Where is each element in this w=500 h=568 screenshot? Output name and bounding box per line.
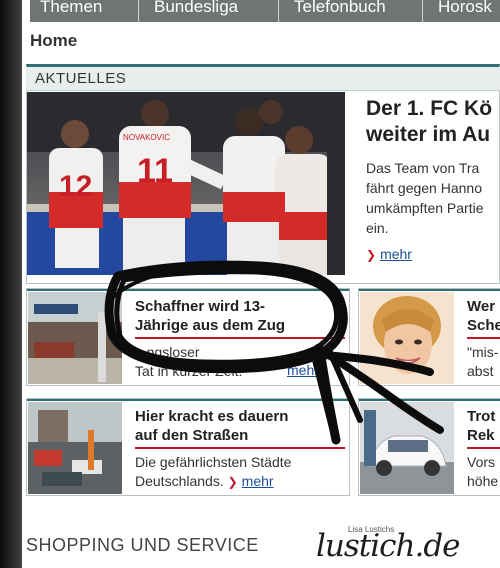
breadcrumb-home[interactable]: Home — [30, 31, 77, 51]
card-title-line: Wer — [467, 298, 496, 315]
more-link-label[interactable]: mehr — [242, 473, 274, 489]
card-text: Vors höhe — [467, 453, 498, 491]
aktuelles-header: AKTUELLES — [26, 67, 500, 91]
player-name: NOVAKOVIC — [123, 133, 170, 142]
watermark-logo: lustich.de — [316, 528, 461, 564]
lead-headline-line: Der 1. FC Kö — [366, 97, 493, 120]
news-card-portrait[interactable]: Wer Sche "mis- abst — [358, 288, 500, 386]
card-title-line: Hier kracht es dauern — [135, 408, 289, 425]
jersey-number: 12 — [59, 170, 92, 203]
card-text: "mis- abst — [467, 343, 498, 381]
card-divider — [467, 337, 500, 339]
card-text-line-with-link: Deutschlands. ❯ mehr — [135, 472, 291, 492]
news-card-car[interactable]: Trot Rek Vors höhe — [358, 398, 500, 496]
woman-portrait-image — [360, 292, 454, 384]
football-players-image: 12 NOVAKOVIC 11 — [27, 92, 345, 275]
card-text: ...ngsloser Tat in kurzer Zeit. — [135, 343, 242, 381]
lead-photo[interactable]: 12 NOVAKOVIC 11 — [27, 92, 345, 275]
card-top-rule — [359, 399, 500, 401]
card-title[interactable]: Hier kracht es dauern auf den Straßen — [135, 407, 288, 445]
news-card-schaffner[interactable]: Schaffner wird 13- Jährige aus dem Zug .… — [26, 288, 350, 386]
woman-portrait-photo[interactable] — [360, 292, 454, 384]
nav-separator — [422, 0, 423, 22]
card-title-line: auf den Straßen — [135, 427, 249, 444]
card-title[interactable]: Wer Sche — [467, 297, 500, 335]
teaser-line: Das Team von Tra — [366, 160, 480, 176]
card-top-rule — [359, 289, 500, 291]
card-top-rule — [27, 289, 349, 291]
jersey-number: 11 — [137, 152, 173, 190]
screen-bezel — [0, 0, 22, 568]
train-platform-image — [28, 292, 122, 384]
card-title-line: Rek — [467, 427, 495, 444]
lead-headline[interactable]: Der 1. FC Kö weiter im Au — [366, 96, 500, 148]
street-accident-photo[interactable] — [28, 402, 122, 494]
lead-teaser: Das Team von Tra fährt gegen Hanno umkäm… — [366, 158, 500, 238]
news-card-straßen[interactable]: Hier kracht es dauern auf den Straßen Di… — [26, 398, 350, 496]
nav-item-themen[interactable]: Themen — [40, 0, 102, 17]
street-scene-image — [28, 402, 122, 494]
nav-separator — [278, 0, 279, 22]
teaser-line: fährt gegen Hanno — [366, 180, 482, 196]
teaser-line: umkämpften Partie — [366, 200, 484, 216]
card-text-line: Vors — [467, 454, 496, 470]
teaser-line: ein. — [366, 220, 389, 236]
card-divider — [135, 447, 345, 449]
card-title-line: Schaffner wird 13- — [135, 298, 266, 315]
lead-headline-line: weiter im Au — [366, 123, 491, 146]
top-navigation: Themen Bundesliga Telefonbuch Horosk — [30, 0, 500, 22]
more-link-label[interactable]: mehr — [287, 362, 319, 378]
card-text-line: höhe — [467, 473, 499, 489]
card-top-rule — [27, 399, 349, 401]
lead-more-link[interactable]: ❯ mehr — [366, 246, 412, 264]
arrow-right-icon: ❯ — [366, 248, 377, 262]
card-text-line: ...ngsloser — [135, 344, 200, 360]
card-title[interactable]: Trot Rek — [467, 407, 495, 445]
card-text: Die gefährlichsten Städte Deutschlands. … — [135, 453, 291, 492]
card-text-line: Tat in kurzer Zeit. — [135, 363, 243, 379]
nav-item-bundesliga[interactable]: Bundesliga — [154, 0, 238, 17]
card-divider — [467, 447, 500, 449]
card-title-line: Jährige aus dem Zug — [135, 317, 286, 334]
section-heading-shopping: SHOPPING UND SERVICE — [26, 535, 259, 555]
arrow-right-icon: ❯ — [227, 475, 238, 489]
train-station-photo[interactable] — [28, 292, 122, 384]
card-text-line: Deutschlands. — [135, 473, 224, 489]
nav-item-horoskop[interactable]: Horosk — [438, 0, 492, 17]
white-sports-car-image — [360, 402, 454, 494]
nav-separator — [138, 0, 139, 22]
card-text-line: abst — [467, 363, 494, 379]
aktuelles-heading: AKTUELLES — [35, 70, 127, 87]
web-page: Themen Bundesliga Telefonbuch Horosk Hom… — [22, 0, 500, 568]
more-link-label[interactable]: mehr — [380, 246, 412, 262]
card-title-line: Sche — [467, 317, 500, 334]
card-text-line: "mis- — [467, 344, 499, 360]
nav-item-telefonbuch[interactable]: Telefonbuch — [294, 0, 386, 17]
card-divider — [135, 337, 345, 339]
card-title-line: Trot — [467, 408, 496, 425]
sports-car-photo[interactable] — [360, 402, 454, 494]
card-title[interactable]: Schaffner wird 13- Jährige aus dem Zug — [135, 297, 285, 335]
card-text-line: Die gefährlichsten Städte — [135, 454, 292, 470]
